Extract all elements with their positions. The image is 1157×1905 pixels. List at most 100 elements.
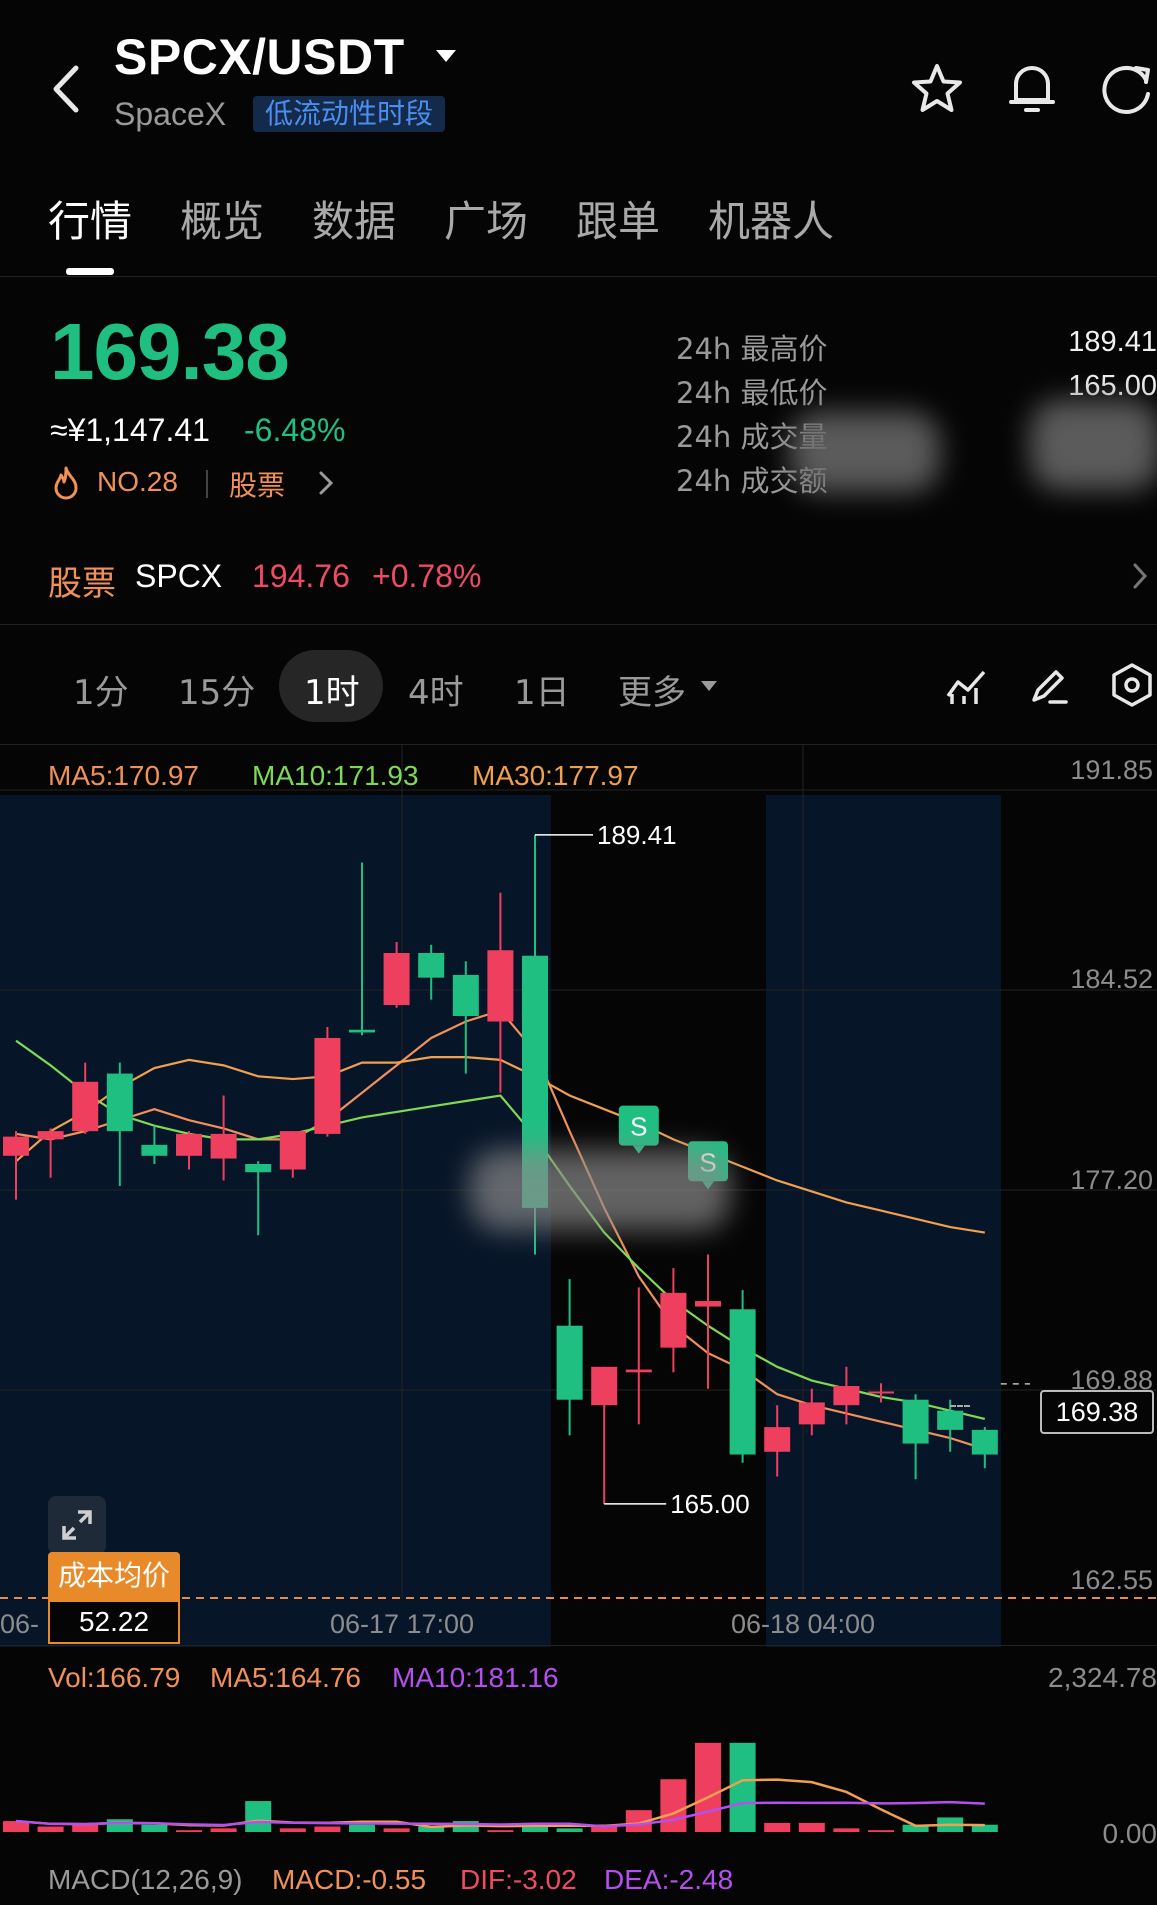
volume-bar bbox=[764, 1822, 791, 1832]
volume-bar bbox=[383, 1828, 410, 1832]
star-icon[interactable] bbox=[910, 62, 964, 116]
volume-chart[interactable] bbox=[0, 1700, 1157, 1850]
candle-body bbox=[3, 1136, 29, 1156]
interval-1d[interactable]: 1日 bbox=[514, 665, 570, 714]
chevron-right-icon[interactable] bbox=[318, 470, 334, 496]
volume-bar bbox=[279, 1828, 306, 1832]
volume-bar bbox=[695, 1742, 721, 1832]
candle-body bbox=[452, 974, 479, 1017]
chevron-right-icon[interactable] bbox=[1132, 562, 1148, 590]
draw-pen-icon[interactable] bbox=[1028, 664, 1070, 706]
candle-body bbox=[937, 1410, 964, 1430]
stat-high-value: 189.41 bbox=[1068, 326, 1157, 358]
volume-bar bbox=[660, 1779, 687, 1832]
bell-icon[interactable] bbox=[1006, 60, 1058, 116]
volume-bar bbox=[487, 1830, 514, 1832]
candle-body bbox=[279, 1131, 306, 1170]
active-tab-indicator bbox=[66, 268, 114, 275]
macd-title: MACD(12,26,9) bbox=[48, 1864, 243, 1895]
candle-body bbox=[418, 952, 445, 978]
volume-bar bbox=[349, 1824, 375, 1832]
volume-bar bbox=[37, 1826, 64, 1832]
interval-4h[interactable]: 4时 bbox=[408, 665, 464, 714]
volume-bar bbox=[176, 1830, 202, 1832]
vol-ma5-label: MA5:164.76 bbox=[210, 1662, 361, 1693]
pair-title[interactable]: SPCX/USDT bbox=[114, 28, 405, 86]
volume-bar bbox=[314, 1826, 341, 1832]
ma30-label: MA30:177.97 bbox=[472, 760, 639, 791]
divider bbox=[0, 1645, 1157, 1646]
candle-body bbox=[729, 1309, 756, 1455]
dea-value: DEA:-2.48 bbox=[604, 1864, 734, 1895]
price-cny: ≈¥1,147.41 bbox=[50, 412, 210, 448]
low-liquidity-badge: 低流动性时段 bbox=[253, 96, 446, 132]
low-marker-label: 165.00 bbox=[670, 1489, 750, 1519]
y-tick: 177.20 bbox=[1070, 1165, 1153, 1195]
candle-body bbox=[868, 1391, 894, 1394]
ma5-label: MA5:170.97 bbox=[48, 760, 199, 791]
candle-body bbox=[902, 1399, 929, 1444]
candle-body bbox=[106, 1073, 133, 1132]
x-tick: 06- bbox=[0, 1609, 39, 1639]
category-label[interactable]: 股票 bbox=[229, 464, 285, 504]
last-price: 169.38 bbox=[50, 307, 290, 396]
asset-name: SpaceX bbox=[114, 96, 227, 132]
volume-bar bbox=[798, 1822, 825, 1832]
settings-icon[interactable] bbox=[1110, 662, 1154, 708]
redacted-blur bbox=[470, 1150, 730, 1230]
interval-1m[interactable]: 1分 bbox=[73, 665, 129, 714]
divider bbox=[0, 624, 1157, 625]
y-tick: 162.55 bbox=[1070, 1565, 1153, 1595]
stock-ref-change: +0.78% bbox=[372, 558, 482, 594]
candle-body bbox=[141, 1144, 168, 1156]
candle-body bbox=[833, 1386, 860, 1406]
vol-label: Vol:166.79 bbox=[48, 1662, 181, 1693]
back-icon[interactable] bbox=[46, 64, 86, 114]
stock-ref-symbol[interactable]: SPCX bbox=[135, 558, 222, 595]
stat-high-label: 24h 最高价 bbox=[676, 332, 828, 366]
candle-body bbox=[764, 1427, 791, 1452]
session-shade bbox=[766, 795, 1001, 1647]
svg-text:S: S bbox=[630, 1112, 647, 1142]
x-tick: 06-17 17:00 bbox=[330, 1609, 474, 1639]
volume-bar bbox=[833, 1828, 860, 1832]
dif-value: DIF:-3.02 bbox=[460, 1864, 577, 1895]
tab-data[interactable]: 数据 bbox=[312, 188, 396, 249]
share-icon[interactable] bbox=[1100, 60, 1157, 116]
volume-bar bbox=[868, 1830, 894, 1832]
y-tick: 184.52 bbox=[1070, 964, 1153, 994]
separator bbox=[206, 470, 208, 498]
tab-bot[interactable]: 机器人 bbox=[708, 188, 834, 249]
divider bbox=[0, 276, 1157, 277]
indicator-icon[interactable] bbox=[944, 666, 988, 706]
tab-square[interactable]: 广场 bbox=[444, 188, 528, 249]
y-tick: 191.85 bbox=[1070, 755, 1153, 785]
candle-body bbox=[591, 1366, 618, 1406]
expand-icon bbox=[62, 1510, 92, 1540]
rank-label[interactable]: NO.28 bbox=[97, 466, 178, 498]
candle-body bbox=[625, 1369, 652, 1373]
candle-body bbox=[72, 1081, 99, 1132]
cost-average-label[interactable]: 成本均价 bbox=[48, 1552, 180, 1600]
volume-bar bbox=[210, 1828, 237, 1832]
vol-y-max: 2,324.78 bbox=[1048, 1662, 1157, 1693]
price-change: -6.48% bbox=[244, 412, 346, 448]
vol-ma10-line bbox=[15, 1800, 985, 1828]
sell-signal-badge[interactable]: S bbox=[618, 1105, 659, 1154]
tab-overview[interactable]: 概览 bbox=[180, 188, 264, 249]
candle-body bbox=[695, 1301, 721, 1307]
tab-copy-trading[interactable]: 跟单 bbox=[576, 188, 660, 249]
stat-low-label: 24h 最低价 bbox=[676, 376, 828, 410]
interval-1h[interactable]: 1时 bbox=[304, 665, 360, 714]
volume-bar bbox=[729, 1742, 756, 1832]
cost-average-value: 52.22 bbox=[48, 1600, 180, 1644]
chevron-down-icon[interactable] bbox=[434, 48, 458, 64]
ma10-label: MA10:171.93 bbox=[252, 760, 419, 791]
volume-bar bbox=[141, 1824, 168, 1832]
candle-body bbox=[383, 952, 410, 1006]
interval-more[interactable]: 更多 bbox=[618, 665, 686, 714]
tab-market[interactable]: 行情 bbox=[48, 188, 132, 249]
caret-down-icon[interactable] bbox=[700, 680, 718, 692]
interval-15m[interactable]: 15分 bbox=[178, 665, 255, 714]
expand-button[interactable] bbox=[48, 1496, 106, 1554]
